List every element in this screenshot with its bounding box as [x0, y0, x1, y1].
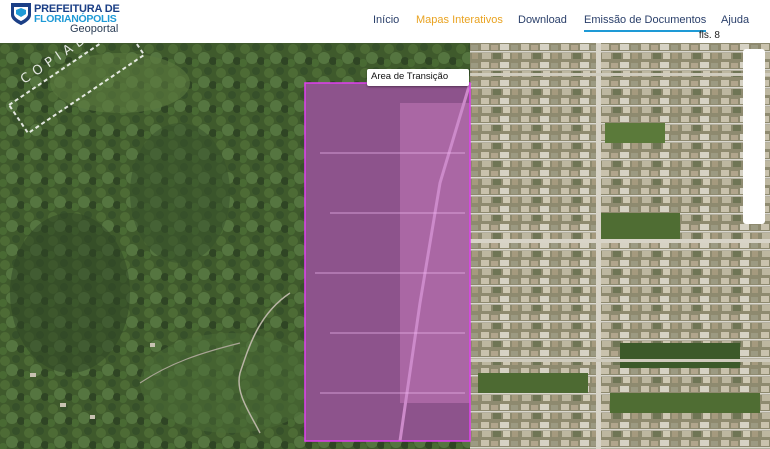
- nav-ajuda[interactable]: Ajuda: [721, 14, 749, 26]
- transition-area-polygon[interactable]: [304, 82, 471, 442]
- main-nav: Início Mapas Interativos Download Emissã…: [0, 14, 770, 34]
- satellite-map[interactable]: COPIAD Area de Transição: [0, 43, 770, 449]
- map-side-panel[interactable]: [743, 49, 765, 224]
- nav-download[interactable]: Download: [518, 14, 567, 26]
- nav-mapas-interativos[interactable]: Mapas Interativos: [416, 14, 503, 26]
- page-marker: fls. 8: [698, 30, 720, 41]
- satellite-imagery[interactable]: [0, 43, 770, 449]
- top-header: PREFEITURA DE FLORIANÓPOLIS Geoportal In…: [0, 0, 770, 43]
- transition-area-label: Area de Transição: [367, 69, 469, 86]
- nav-inicio[interactable]: Início: [373, 14, 399, 26]
- nav-emissao-documentos[interactable]: Emissão de Documentos: [584, 14, 707, 32]
